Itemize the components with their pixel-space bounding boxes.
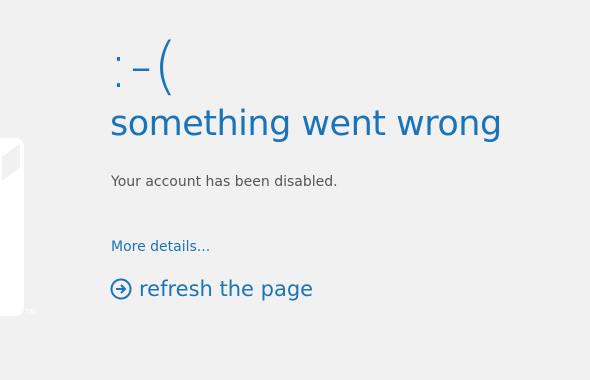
error-page: TM :-( something went wrong Your account…: [0, 0, 590, 380]
arrow-circle-right-icon: [110, 278, 132, 300]
refresh-page-label: refresh the page: [139, 277, 314, 301]
trademark-mark: TM: [25, 308, 36, 316]
more-details-link[interactable]: More details...: [111, 237, 210, 257]
error-headline: something went wrong: [110, 104, 502, 144]
error-message: Your account has been disabled.: [111, 174, 338, 190]
refresh-page-link[interactable]: refresh the page: [110, 275, 313, 303]
sad-face-emoticon: :-(: [108, 29, 179, 102]
watermark-logo: [0, 138, 24, 316]
